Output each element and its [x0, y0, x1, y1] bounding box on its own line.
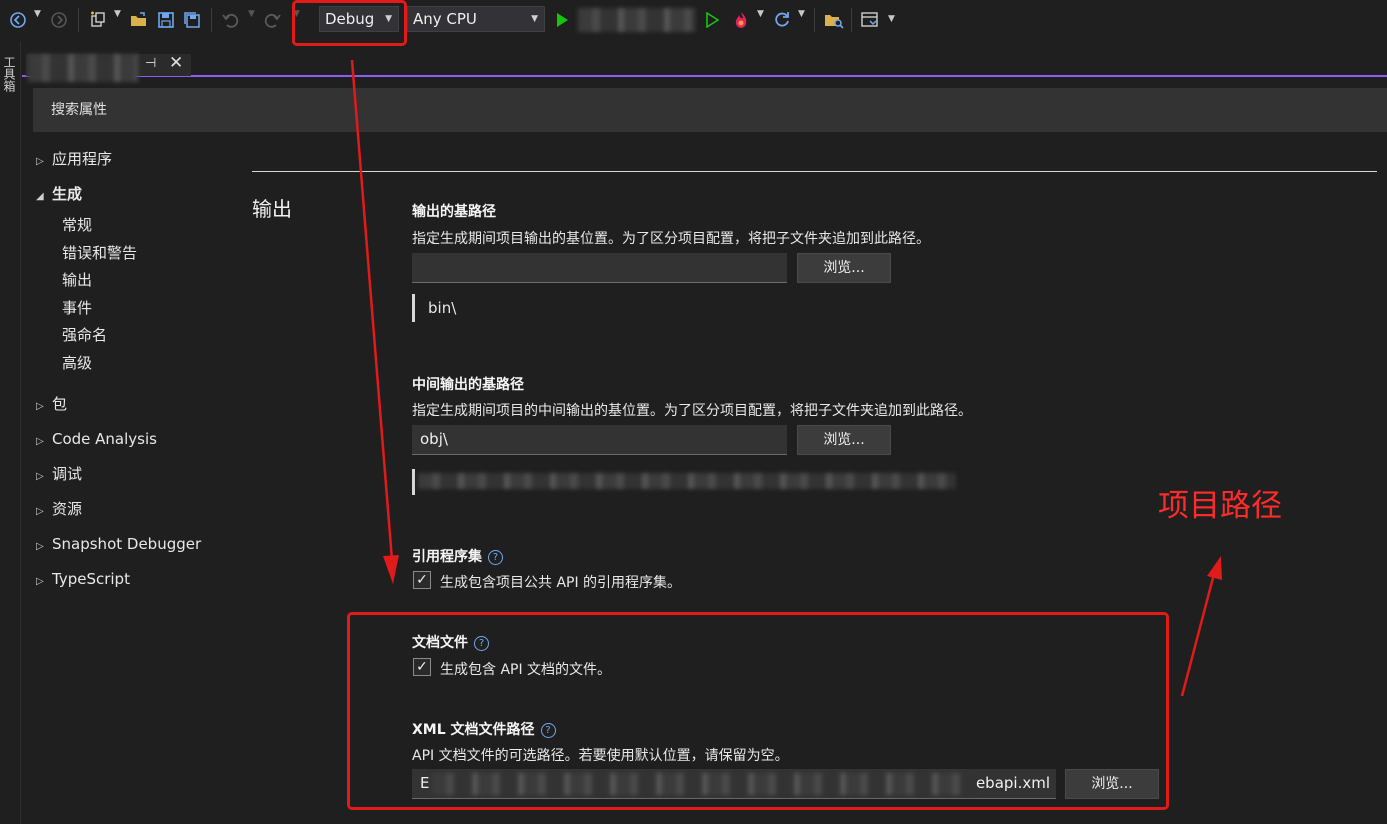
- arrow-down-to-reference: [350, 59, 399, 584]
- annotation-arrows: [350, 59, 1222, 697]
- arrow-up-to-label: [1180, 556, 1222, 697]
